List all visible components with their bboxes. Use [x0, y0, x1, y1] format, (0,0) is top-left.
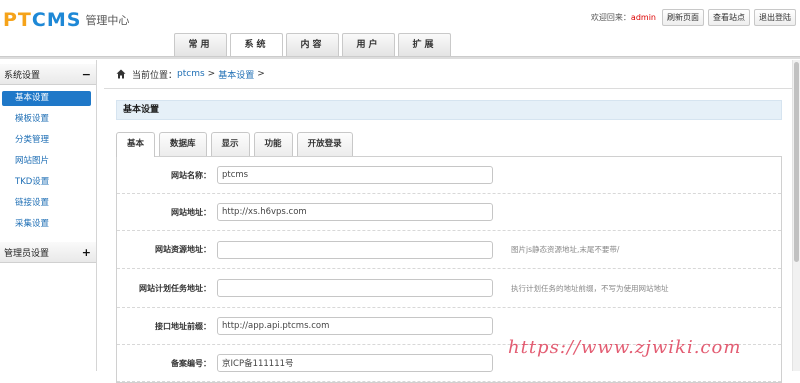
view-site-button[interactable]: 查看站点 — [708, 9, 750, 26]
header-divider — [0, 56, 800, 59]
welcome-text: 欢迎回来：admin — [590, 13, 656, 22]
logo-subtitle: 管理中心 — [85, 14, 130, 27]
breadcrumb-separator: > — [207, 69, 216, 79]
sidebar-group-label: 系统设置 — [4, 70, 41, 81]
sidebar-group-admin-settings[interactable]: 管理员设置 + — [0, 241, 96, 263]
sidebar: 系统设置 − 基本设置 模板设置 分类管理 网站图片 TKD设置 链接设置 采集… — [0, 60, 97, 371]
breadcrumb-link-ptcms[interactable]: ptcms — [177, 69, 205, 79]
main-nav: 常用 系统 内容 用户 扩展 — [174, 33, 451, 57]
sidebar-item-tkd-settings[interactable]: TKD设置 — [0, 172, 96, 193]
tab-features[interactable]: 功能 — [253, 132, 293, 156]
sidebar-item-collect-settings[interactable]: 采集设置 — [0, 214, 96, 235]
nav-tab-common[interactable]: 常用 — [174, 33, 227, 56]
field-label: 网站名称： — [171, 170, 211, 180]
site-url-input[interactable] — [217, 203, 493, 221]
sidebar-item-category-management[interactable]: 分类管理 — [0, 130, 96, 151]
expand-icon[interactable]: + — [82, 246, 91, 259]
sidebar-item-link-settings[interactable]: 链接设置 — [0, 193, 96, 214]
main-panel: 当前位置： ptcms > 基本设置 > 基本设置 基本 数据库 显示 功能 开… — [104, 60, 800, 383]
refresh-page-button[interactable]: 刷新页面 — [662, 9, 704, 26]
form-row-cron-url: 网站计划任务地址： 执行计划任务的地址前缀，不写为使用网站地址 — [117, 269, 781, 308]
logout-button[interactable]: 退出登陆 — [754, 9, 796, 26]
top-user-bar: 欢迎回来：admin 刷新页面 查看站点 退出登陆 — [591, 9, 796, 26]
tab-open-login[interactable]: 开放登录 — [296, 132, 353, 156]
field-hint: 图片js静态资源地址,末尾不要带/ — [511, 245, 620, 254]
field-label: 网站计划任务地址： — [139, 283, 211, 293]
header: PTCMS 管理中心 欢迎回来：admin 刷新页面 查看站点 退出登陆 常用 … — [0, 0, 800, 57]
cron-url-input[interactable] — [217, 279, 493, 297]
field-label: 网站资源地址： — [155, 245, 211, 254]
form-row-site-url: 网站地址： — [117, 194, 781, 231]
field-label: 网站地址： — [171, 207, 211, 217]
breadcrumb-prefix: 当前位置： — [132, 70, 178, 81]
sidebar-item-site-images[interactable]: 网站图片 — [0, 151, 96, 172]
sidebar-item-basic-settings[interactable]: 基本设置 — [2, 91, 91, 106]
breadcrumb-separator: > — [257, 69, 265, 79]
collapse-icon[interactable]: − — [82, 68, 91, 81]
home-icon — [116, 69, 126, 79]
icp-number-input[interactable] — [217, 354, 493, 372]
site-name-input[interactable] — [217, 166, 493, 184]
settings-tabs: 基本 数据库 显示 功能 开放登录 — [116, 132, 782, 157]
tab-basic[interactable]: 基本 — [116, 132, 156, 157]
field-hint: 执行计划任务的地址前缀，不写为使用网站地址 — [511, 283, 669, 293]
tab-display[interactable]: 显示 — [210, 132, 250, 156]
username: admin — [630, 13, 656, 22]
tab-database[interactable]: 数据库 — [159, 132, 207, 156]
logo[interactable]: PTCMS 管理中心 — [3, 9, 129, 31]
breadcrumb: 当前位置： ptcms > 基本设置 > — [104, 60, 800, 89]
scrollbar-thumb[interactable] — [794, 62, 799, 262]
nav-tab-extensions[interactable]: 扩展 — [398, 33, 451, 56]
breadcrumb-link-basic-settings[interactable]: 基本设置 — [218, 68, 254, 81]
sidebar-group-system-settings[interactable]: 系统设置 − — [0, 63, 96, 85]
watermark: https://www.zjwiki.com — [508, 337, 742, 358]
sidebar-item-template-settings[interactable]: 模板设置 — [0, 109, 96, 130]
api-prefix-input[interactable] — [217, 317, 493, 335]
section-title: 基本设置 — [116, 100, 782, 120]
nav-tab-system[interactable]: 系统 — [230, 33, 283, 57]
form-row-resource-url: 网站资源地址： 图片js静态资源地址,末尾不要带/ — [117, 231, 781, 269]
field-label: 备案编号： — [171, 358, 211, 368]
page-scrollbar[interactable] — [792, 60, 800, 371]
nav-tab-users[interactable]: 用户 — [342, 33, 395, 56]
sidebar-list: 基本设置 模板设置 分类管理 网站图片 TKD设置 链接设置 采集设置 — [0, 85, 96, 241]
nav-tab-content[interactable]: 内容 — [286, 33, 339, 56]
sidebar-group-label: 管理员设置 — [4, 248, 50, 259]
resource-url-input[interactable] — [217, 240, 493, 259]
form-row-site-name: 网站名称： — [117, 157, 781, 194]
field-label: 接口地址前缀： — [155, 321, 211, 331]
logo-mark: PTCMS — [3, 9, 82, 31]
